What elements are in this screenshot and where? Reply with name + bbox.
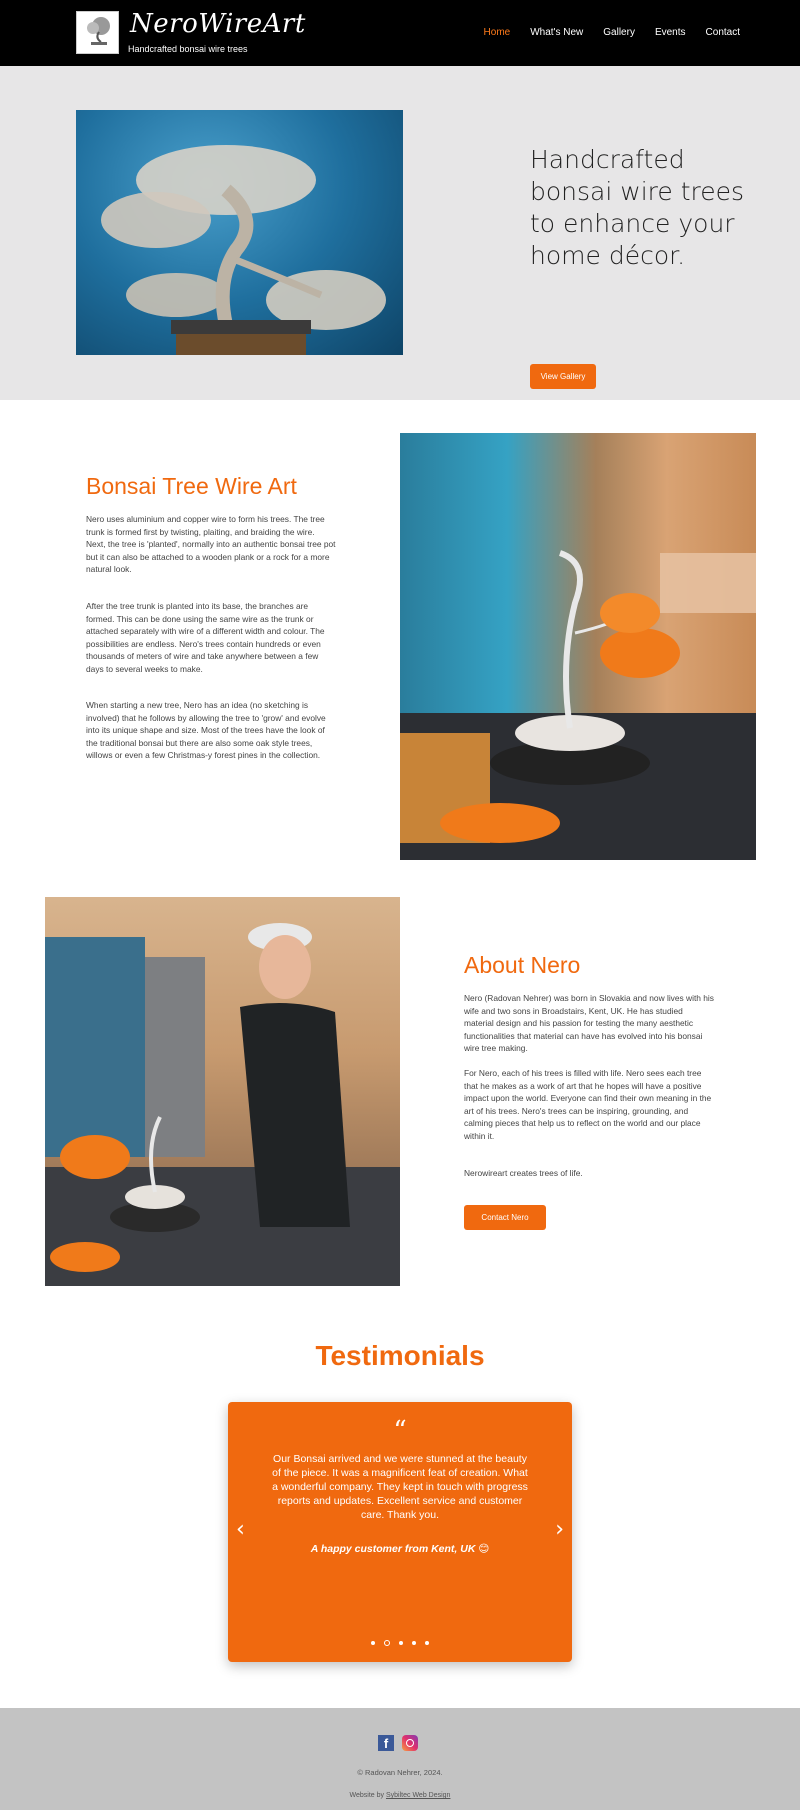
brand-name[interactable]: NeroWireArt <box>130 9 306 39</box>
testimonials-title: Testimonials <box>315 1340 485 1371</box>
chevron-left-icon[interactable]: ‹ <box>236 1517 245 1542</box>
slider-dot[interactable] <box>399 1641 403 1645</box>
about-paragraph: Nerowireart creates trees of life. <box>464 1168 583 1178</box>
about-paragraph: For Nero, each of his trees is filled wi… <box>464 1068 712 1141</box>
nav-events[interactable]: Events <box>655 27 686 38</box>
chevron-right-icon[interactable]: › <box>555 1517 564 1542</box>
contact-nero-button[interactable]: Contact Nero <box>464 1205 546 1230</box>
slider-dot[interactable] <box>371 1641 375 1645</box>
view-gallery-button[interactable]: View Gallery <box>530 364 596 389</box>
slider-dot[interactable] <box>412 1641 416 1645</box>
quote-icon: “ <box>393 1416 407 1446</box>
hero-bonsai-image <box>76 110 403 355</box>
credit-prefix: Website by <box>349 1792 386 1799</box>
workshop-image <box>400 433 756 860</box>
bonsai-section-title: Bonsai Tree Wire Art <box>86 473 297 499</box>
bonsai-paragraph: When starting a new tree, Nero has an id… <box>86 700 326 760</box>
brand-tagline: Handcrafted bonsai wire trees <box>128 44 248 54</box>
main-nav: Home What's New Gallery Events Contact <box>484 27 740 38</box>
nav-home[interactable]: Home <box>484 27 511 38</box>
hero-section: Handcrafted bonsai wire trees to enhance… <box>0 66 800 400</box>
social-links: f <box>378 1735 418 1751</box>
nav-contact[interactable]: Contact <box>706 27 740 38</box>
about-paragraph: Nero (Radovan Nehrer) was born in Slovak… <box>464 993 714 1053</box>
hero-heading: Handcrafted bonsai wire trees to enhance… <box>530 145 745 270</box>
credit-line: Website by Sybiltec Web Design <box>0 1792 800 1799</box>
credit-link[interactable]: Sybiltec Web Design <box>386 1792 450 1799</box>
site-header: NeroWireArt Handcrafted bonsai wire tree… <box>0 0 800 66</box>
testimonial-text: Our Bonsai arrived and we were stunned a… <box>272 1453 528 1521</box>
site-footer: f © Radovan Nehrer, 2024. Website by Syb… <box>0 1708 800 1810</box>
nav-whats-new[interactable]: What's New <box>530 27 583 38</box>
facebook-icon[interactable]: f <box>378 1735 394 1751</box>
slider-dots <box>228 1640 572 1646</box>
testimonial-author: A happy customer from Kent, UK 😊 <box>310 1543 490 1555</box>
slider-dot[interactable] <box>425 1641 429 1645</box>
instagram-icon[interactable] <box>402 1735 418 1751</box>
nav-gallery[interactable]: Gallery <box>603 27 635 38</box>
logo-image[interactable] <box>76 11 119 54</box>
copyright-text: © Radovan Nehrer, 2024. <box>357 1768 443 1777</box>
slider-dot-active[interactable] <box>384 1640 390 1646</box>
bonsai-paragraph: Nero uses aluminium and copper wire to f… <box>86 514 336 574</box>
testimonial-slider: “ Our Bonsai arrived and we were stunned… <box>228 1402 572 1662</box>
about-section-title: About Nero <box>464 952 581 978</box>
bonsai-paragraph: After the tree trunk is planted into its… <box>86 601 325 674</box>
nero-portrait-image <box>45 897 400 1286</box>
